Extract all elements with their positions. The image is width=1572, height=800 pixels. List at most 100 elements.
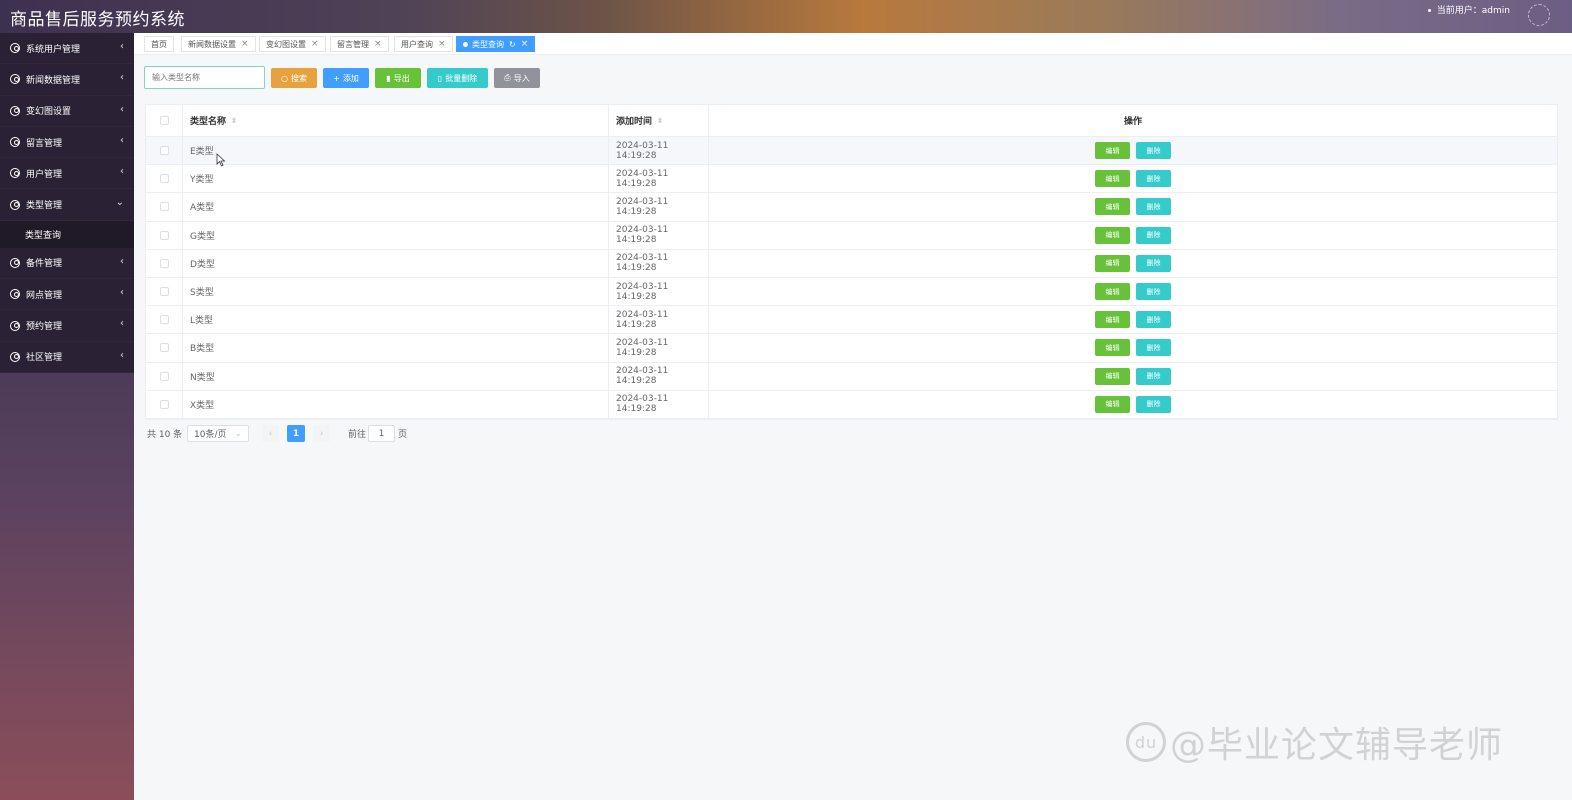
sidebar-item-outlets[interactable]: 网点管理 ‹ — [0, 279, 134, 310]
close-icon[interactable]: × — [311, 39, 319, 49]
edit-button[interactable]: 编辑 — [1095, 254, 1130, 272]
type-name: L类型 — [190, 316, 214, 327]
search-button-label: 搜索 — [290, 73, 307, 83]
sidebar-item-label: 变幻图设置 — [26, 107, 72, 118]
refresh-icon[interactable]: ↻ — [509, 40, 516, 49]
type-name-cell: S类型 — [183, 277, 609, 306]
delete-button[interactable]: 删除 — [1136, 170, 1171, 188]
goto-page-input[interactable]: 1 — [368, 425, 395, 442]
type-name: B类型 — [190, 344, 215, 355]
row-actions: 编辑 删除 — [709, 391, 1557, 418]
type-name: N类型 — [190, 372, 215, 383]
sidebar-item-system-users[interactable]: 系统用户管理 ‹ — [0, 33, 134, 64]
row-checkbox[interactable] — [159, 287, 169, 297]
next-page-button[interactable]: › — [313, 425, 330, 442]
edit-button[interactable]: 编辑 — [1095, 311, 1130, 329]
edit-button[interactable]: 编辑 — [1095, 198, 1130, 216]
tab-news-settings[interactable]: 新闻数据设置 × — [181, 36, 256, 52]
search-button[interactable]: ○ 搜索 — [271, 68, 317, 88]
table-row: D类型 2024-03-11 14:19:28 编辑 删除 — [146, 249, 1557, 278]
header-name-cell[interactable]: 类型名称 ⇳ — [183, 105, 609, 136]
sidebar-item-types[interactable]: 类型管理 ⌄ — [0, 189, 134, 220]
add-button[interactable]: + 添加 — [323, 68, 369, 88]
added-time-cell: 2024-03-11 14:19:28 — [609, 221, 709, 249]
delete-button[interactable]: 删除 — [1136, 198, 1171, 216]
row-checkbox[interactable] — [159, 258, 169, 268]
chevron-left-icon: ‹ — [120, 318, 124, 330]
sidebar-item-users[interactable]: 用户管理 ‹ — [0, 158, 134, 189]
import-button[interactable]: ⎙ 导入 — [494, 68, 540, 88]
page-size-select[interactable]: 10条/页 ⌄ — [187, 425, 249, 442]
row-checkbox[interactable] — [159, 146, 169, 156]
row-actions: 编辑 删除 — [709, 306, 1557, 333]
edit-button[interactable]: 编辑 — [1095, 339, 1130, 357]
tab-user-query[interactable]: 用户查询 × — [394, 36, 453, 52]
delete-button[interactable]: 删除 — [1136, 367, 1171, 385]
batch-delete-button-label: 批量删除 — [445, 73, 478, 83]
type-name-cell: G类型 — [183, 221, 609, 249]
close-icon[interactable]: × — [438, 39, 446, 49]
sidebar-item-carousel[interactable]: 变幻图设置 ‹ — [0, 96, 134, 127]
sidebar-item-messages[interactable]: 留言管理 ‹ — [0, 127, 134, 158]
delete-button[interactable]: 删除 — [1136, 311, 1171, 329]
row-checkbox-cell — [146, 221, 183, 249]
added-time-cell: 2024-03-11 14:19:28 — [609, 362, 709, 390]
sidebar-item-community[interactable]: 社区管理 ‹ — [0, 342, 134, 373]
header-time-cell[interactable]: 添加时间 ⇳ — [609, 105, 709, 136]
row-checkbox[interactable] — [159, 230, 169, 240]
delete-button[interactable]: 删除 — [1136, 226, 1171, 244]
page-number-current[interactable]: 1 — [287, 425, 305, 442]
row-actions: 编辑 删除 — [709, 334, 1557, 361]
batch-delete-button[interactable]: ▯ 批量删除 — [427, 68, 488, 88]
sidebar-item-news-data[interactable]: 新闻数据管理 ‹ — [0, 64, 134, 95]
close-icon[interactable]: × — [241, 39, 249, 49]
watermark: du @毕业论文辅导老师 — [1126, 716, 1503, 768]
close-icon[interactable]: × — [374, 39, 382, 49]
delete-button[interactable]: 删除 — [1136, 339, 1171, 357]
user-circle-icon — [10, 105, 20, 116]
added-time: 2024-03-11 14:19:28 — [616, 225, 669, 246]
row-checkbox[interactable] — [159, 399, 169, 409]
tab-carousel[interactable]: 变幻图设置 × — [259, 36, 326, 52]
chevron-left-icon: ‹ — [120, 134, 124, 146]
export-button-label: 导出 — [393, 73, 410, 83]
tab-type-query[interactable]: 类型查询 ↻ × — [456, 36, 536, 52]
edit-button[interactable]: 编辑 — [1095, 283, 1130, 301]
edit-button[interactable]: 编辑 — [1095, 170, 1130, 188]
avatar[interactable] — [1528, 4, 1550, 26]
close-icon[interactable]: × — [521, 39, 529, 49]
tab-home[interactable]: 首页 — [144, 36, 174, 52]
prev-page-button[interactable]: ‹ — [262, 425, 279, 442]
row-checkbox[interactable] — [159, 202, 169, 212]
select-all-checkbox[interactable] — [159, 116, 169, 125]
delete-button[interactable]: 删除 — [1136, 254, 1171, 272]
row-checkbox-cell — [146, 306, 183, 334]
row-checkbox-cell — [146, 249, 183, 277]
sort-icon[interactable]: ⇳ — [231, 117, 237, 125]
type-name-cell: X类型 — [183, 390, 609, 418]
edit-button[interactable]: 编辑 — [1095, 395, 1130, 413]
search-input[interactable] — [144, 66, 265, 89]
row-checkbox[interactable] — [159, 315, 169, 325]
sidebar-subitem-type-query[interactable]: 类型查询 — [0, 220, 134, 248]
export-button[interactable]: ▮ 导出 — [375, 68, 421, 88]
sidebar-item-parts[interactable]: 备件管理 ‹ — [0, 248, 134, 279]
row-checkbox[interactable] — [159, 343, 169, 353]
edit-button[interactable]: 编辑 — [1095, 226, 1130, 244]
delete-button[interactable]: 删除 — [1136, 283, 1171, 301]
sidebar-item-appointments[interactable]: 预约管理 ‹ — [0, 310, 134, 341]
current-user[interactable]: 当前用户：admin — [1427, 3, 1510, 16]
delete-button[interactable]: 删除 — [1136, 142, 1171, 160]
user-circle-icon — [10, 199, 20, 210]
delete-button[interactable]: 删除 — [1136, 395, 1171, 413]
table-row: X类型 2024-03-11 14:19:28 编辑 删除 — [146, 390, 1557, 419]
tab-label: 用户查询 — [401, 39, 433, 49]
tab-messages[interactable]: 留言管理 × — [330, 36, 389, 52]
edit-button[interactable]: 编辑 — [1095, 142, 1130, 160]
sort-icon[interactable]: ⇳ — [657, 117, 663, 125]
row-checkbox-cell — [146, 390, 183, 418]
edit-button[interactable]: 编辑 — [1095, 367, 1130, 385]
row-checkbox[interactable] — [159, 371, 169, 381]
row-checkbox[interactable] — [159, 174, 169, 184]
type-name-cell: A类型 — [183, 193, 609, 221]
